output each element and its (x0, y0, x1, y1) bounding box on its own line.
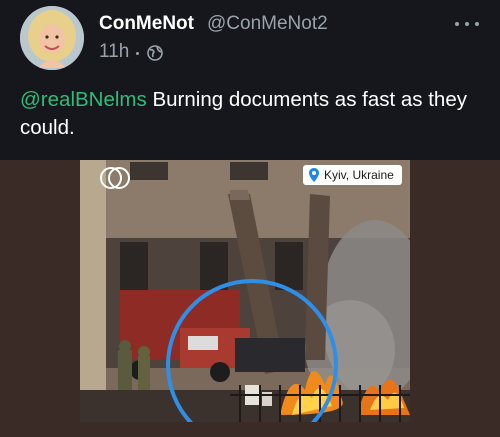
timestamp[interactable]: 11h (99, 41, 129, 63)
user-handle[interactable]: @ConMeNot2 (207, 13, 328, 35)
location-pin-icon (309, 168, 319, 182)
separator-dot (136, 52, 139, 55)
dw-logo (100, 167, 130, 189)
display-name[interactable]: ConMeNot (99, 13, 194, 35)
video-thumbnail[interactable]: Kyiv, Ukraine (80, 160, 410, 422)
location-badge: Kyiv, Ukraine (303, 165, 402, 185)
avatar[interactable] (20, 6, 84, 70)
tweet-card[interactable]: ConMeNot @ConMeNot2 11h @realBNelms Burn… (0, 0, 500, 437)
mention-link[interactable]: @realBNelms (20, 88, 147, 111)
globe-icon (147, 45, 163, 61)
video-scene (80, 160, 410, 422)
tweet-text: @realBNelms Burning documents as fast as… (20, 86, 480, 142)
location-label: Kyiv, Ukraine (324, 168, 394, 182)
more-options-icon[interactable] (455, 20, 479, 28)
